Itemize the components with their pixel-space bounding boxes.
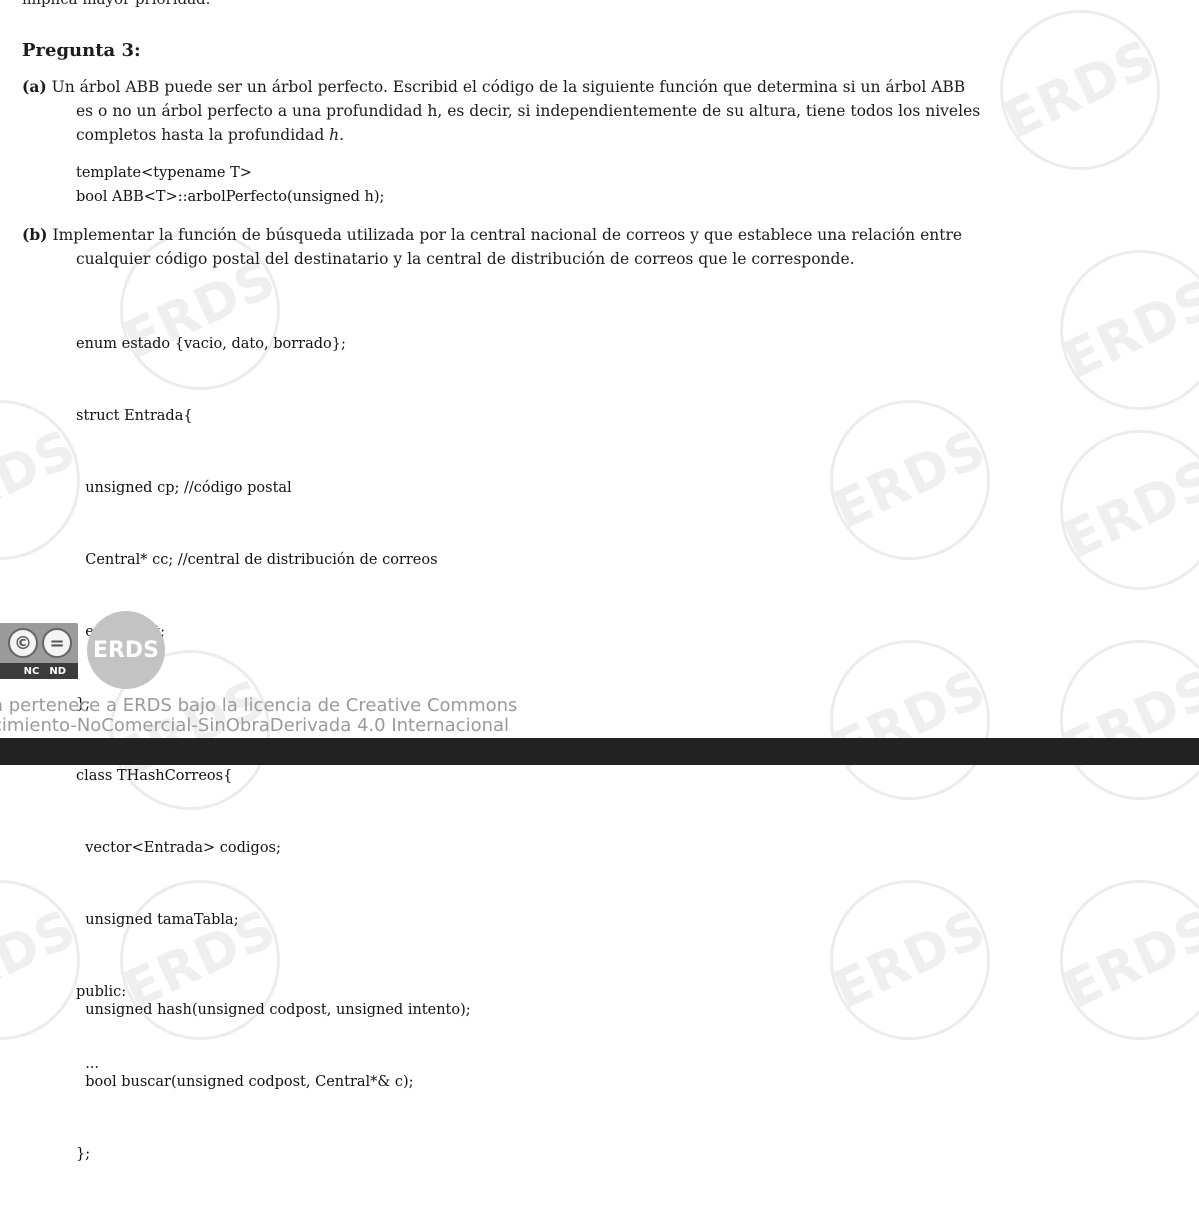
part-a-line-1: Un árbol ABB puede ser un árbol perfecto… — [51, 78, 966, 96]
erds-watermark: ERDS — [803, 373, 1017, 587]
erds-watermark: ERDS — [1033, 403, 1199, 617]
creative-commons-badge: © = NC ND — [0, 623, 78, 679]
part-a-line-3: completos hasta la profundidad h. — [76, 126, 345, 144]
erds-watermark: ERDS — [1033, 613, 1199, 827]
erds-watermark: ERDS — [803, 613, 1017, 827]
part-b-code-continued: unsigned hash(unsigned codpost, unsigned… — [76, 950, 471, 1214]
part-b-line-2: cualquier código postal del destinatario… — [76, 250, 855, 268]
cc-by-icon: © — [8, 628, 38, 658]
code-line: }; — [76, 1146, 91, 1162]
part-a-text: (a) Un árbol ABB puede ser un árbol perf… — [22, 75, 1122, 147]
code-line: enum estado {vacio, dato, borrado}; — [76, 336, 346, 352]
part-a-code: template<typename T>bool ABB<T>::arbolPe… — [76, 161, 384, 209]
code-line: unsigned hash(unsigned codpost, unsigned… — [76, 1002, 471, 1018]
cc-nc-label: NC — [23, 665, 40, 677]
page-break-band — [0, 738, 1199, 765]
part-b-line-1: Implementar la función de búsqueda utili… — [52, 226, 963, 244]
code-line: template<typename T> — [76, 165, 252, 181]
part-a-line-2: es o no un árbol perfecto a una profundi… — [76, 102, 981, 120]
code-line: class THashCorreos{ — [76, 768, 233, 784]
license-line-2: cimiento-NoComercial-SinObraDerivada 4.0… — [0, 715, 510, 736]
erds-watermark: ERDS — [803, 853, 1017, 1067]
erds-watermark: ERDS — [1033, 853, 1199, 1067]
part-b-label: (b) — [22, 225, 48, 244]
cc-nd-icon: = — [42, 628, 72, 658]
code-line: struct Entrada{ — [76, 408, 193, 424]
code-line: Central* cc; //central de distribución d… — [76, 552, 438, 568]
license-line-1: a pertenece a ERDS bajo la licencia de C… — [0, 695, 518, 716]
cc-nd-label: ND — [49, 665, 66, 677]
erds-logo: ERDS — [87, 611, 165, 689]
code-line: bool ABB<T>::arbolPerfecto(unsigned h); — [76, 189, 385, 205]
code-line: unsigned cp; //código postal — [76, 480, 292, 496]
question-heading: Pregunta 3: — [22, 40, 141, 61]
code-line: vector<Entrada> codigos; — [76, 840, 281, 856]
part-b-text: (b) Implementar la función de búsqueda u… — [22, 223, 1122, 271]
previous-text-fragment: implica mayor prioridad. — [22, 0, 210, 8]
code-line: unsigned tamaTabla; — [76, 912, 239, 928]
code-line: bool buscar(unsigned codpost, Central*& … — [76, 1074, 414, 1090]
part-a-label: (a) — [22, 77, 47, 96]
